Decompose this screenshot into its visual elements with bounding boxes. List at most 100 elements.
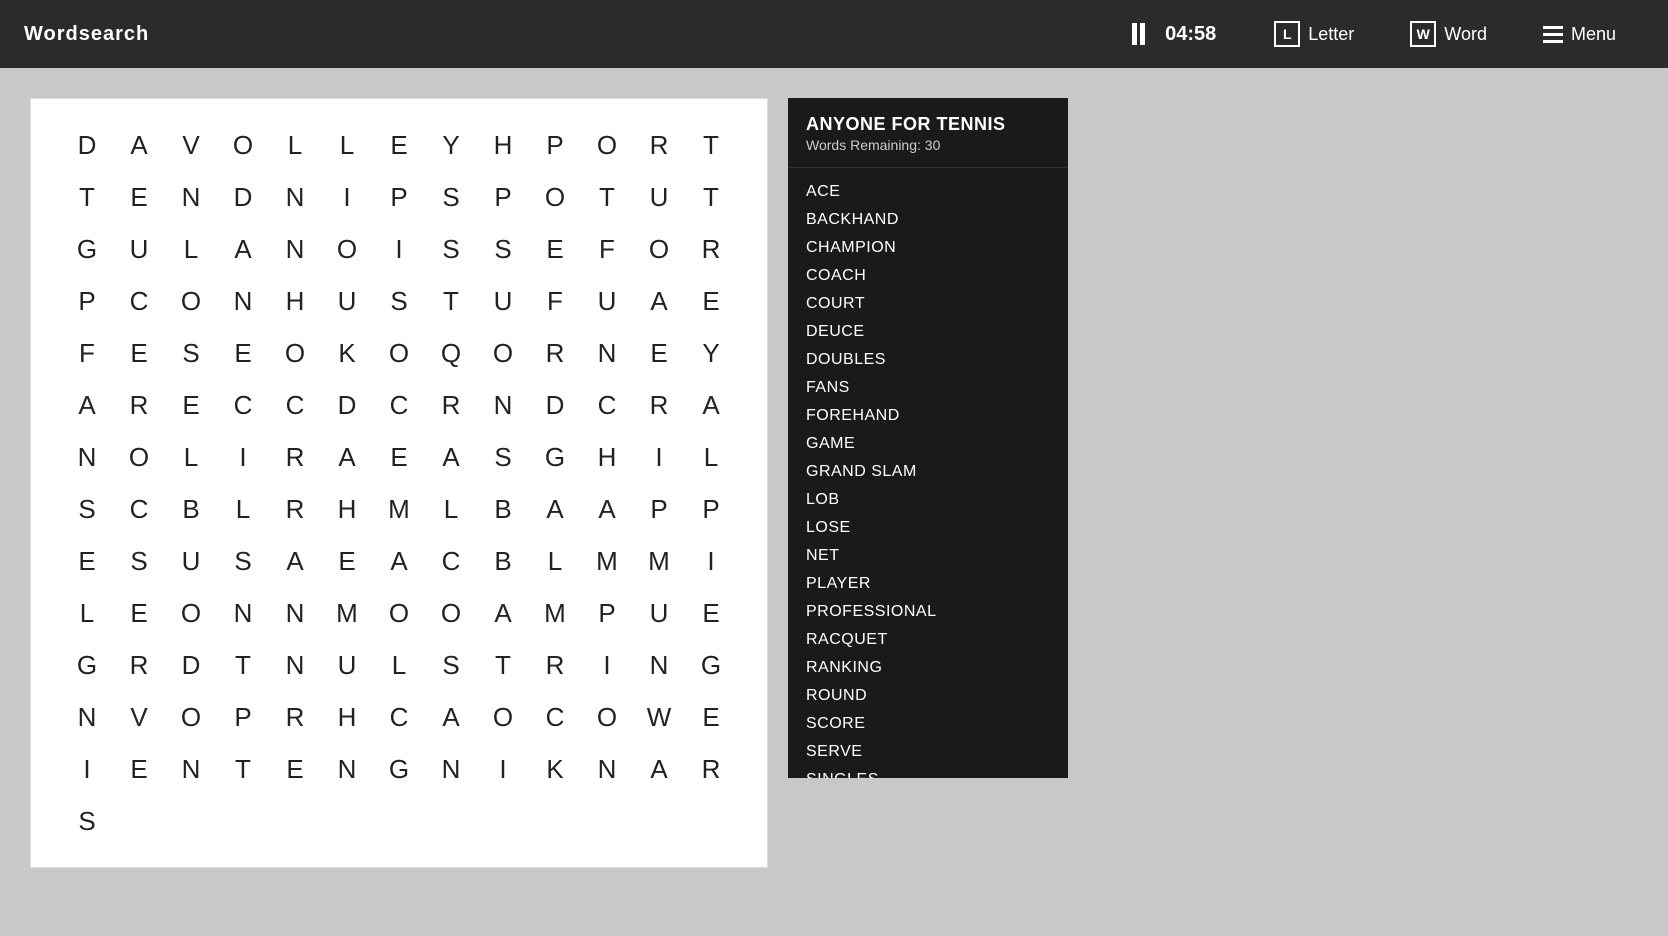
grid-cell[interactable]: A [373, 535, 425, 587]
grid-cell[interactable]: P [633, 483, 685, 535]
grid-cell[interactable]: O [165, 691, 217, 743]
grid-cell[interactable]: I [217, 431, 269, 483]
grid-cell[interactable]: D [61, 119, 113, 171]
grid-cell[interactable]: L [217, 483, 269, 535]
grid-cell[interactable]: O [633, 223, 685, 275]
grid-cell[interactable]: A [477, 587, 529, 639]
grid-cell[interactable]: I [61, 743, 113, 795]
grid-cell[interactable]: R [633, 119, 685, 171]
grid-cell[interactable]: T [217, 639, 269, 691]
grid-cell[interactable]: U [321, 639, 373, 691]
grid-cell[interactable]: D [529, 379, 581, 431]
grid-cell[interactable]: P [529, 119, 581, 171]
grid-cell[interactable]: N [269, 639, 321, 691]
grid-cell[interactable]: N [581, 743, 633, 795]
grid-cell[interactable]: E [685, 691, 737, 743]
grid-cell[interactable]: L [529, 535, 581, 587]
grid-cell[interactable]: V [113, 691, 165, 743]
grid-cell[interactable]: C [529, 691, 581, 743]
grid-cell[interactable]: T [217, 743, 269, 795]
grid-cell[interactable]: T [425, 275, 477, 327]
grid-cell[interactable]: N [269, 171, 321, 223]
grid-cell[interactable]: T [477, 639, 529, 691]
grid-cell[interactable]: A [217, 223, 269, 275]
grid-cell[interactable]: I [373, 223, 425, 275]
grid-cell[interactable]: M [633, 535, 685, 587]
grid-cell[interactable]: L [373, 639, 425, 691]
grid-cell[interactable]: L [425, 483, 477, 535]
grid-cell[interactable]: L [165, 431, 217, 483]
grid-cell[interactable]: G [529, 431, 581, 483]
grid-cell[interactable]: R [269, 483, 321, 535]
grid-cell[interactable]: O [165, 275, 217, 327]
grid-cell[interactable]: E [529, 223, 581, 275]
grid-cell[interactable]: N [633, 639, 685, 691]
grid-cell[interactable]: S [61, 795, 113, 847]
grid-cell[interactable]: S [425, 639, 477, 691]
grid-cell[interactable]: M [529, 587, 581, 639]
grid-cell[interactable]: U [165, 535, 217, 587]
grid-cell[interactable]: E [685, 275, 737, 327]
grid-cell[interactable]: E [113, 743, 165, 795]
grid-cell[interactable]: D [321, 379, 373, 431]
grid-cell[interactable]: O [217, 119, 269, 171]
grid-cell[interactable]: S [61, 483, 113, 535]
grid-cell[interactable]: N [61, 431, 113, 483]
grid-cell[interactable]: G [685, 639, 737, 691]
grid-cell[interactable]: S [217, 535, 269, 587]
grid-cell[interactable]: O [529, 171, 581, 223]
grid-cell[interactable]: R [685, 743, 737, 795]
grid-cell[interactable]: R [269, 691, 321, 743]
grid-cell[interactable]: M [321, 587, 373, 639]
grid-cell[interactable]: A [61, 379, 113, 431]
grid-cell[interactable]: U [581, 275, 633, 327]
grid-cell[interactable]: H [269, 275, 321, 327]
grid-cell[interactable]: C [269, 379, 321, 431]
grid-cell[interactable]: U [113, 223, 165, 275]
grid-cell[interactable]: U [633, 587, 685, 639]
grid-cell[interactable]: F [529, 275, 581, 327]
grid-cell[interactable]: L [165, 223, 217, 275]
grid-cell[interactable]: L [61, 587, 113, 639]
grid-cell[interactable]: R [113, 379, 165, 431]
grid-cell[interactable]: H [321, 691, 373, 743]
grid-cell[interactable]: V [165, 119, 217, 171]
grid-cell[interactable]: S [477, 431, 529, 483]
grid-cell[interactable]: N [217, 275, 269, 327]
grid-cell[interactable]: O [321, 223, 373, 275]
grid-cell[interactable]: B [165, 483, 217, 535]
grid-cell[interactable]: Y [685, 327, 737, 379]
grid-cell[interactable]: E [217, 327, 269, 379]
grid-cell[interactable]: P [685, 483, 737, 535]
grid-cell[interactable]: A [113, 119, 165, 171]
word-button[interactable]: W Word [1382, 0, 1515, 68]
grid-cell[interactable]: K [529, 743, 581, 795]
grid-cell[interactable]: T [685, 171, 737, 223]
grid-cell[interactable]: N [581, 327, 633, 379]
grid-cell[interactable]: L [685, 431, 737, 483]
grid-cell[interactable]: U [477, 275, 529, 327]
grid-cell[interactable]: N [61, 691, 113, 743]
wordsearch-grid[interactable]: DAVOLLEYHPORTTENDNIPSPOTUTGULANOISSEFORP… [61, 119, 737, 847]
pause-button[interactable]: 04:58 [1112, 0, 1246, 68]
grid-cell[interactable]: T [581, 171, 633, 223]
grid-cell[interactable]: F [61, 327, 113, 379]
grid-cell[interactable]: P [581, 587, 633, 639]
grid-cell[interactable]: E [633, 327, 685, 379]
grid-cell[interactable]: F [581, 223, 633, 275]
grid-cell[interactable]: O [581, 119, 633, 171]
grid-cell[interactable]: L [321, 119, 373, 171]
grid-cell[interactable]: R [529, 639, 581, 691]
grid-cell[interactable]: G [61, 223, 113, 275]
grid-cell[interactable]: A [633, 743, 685, 795]
grid-cell[interactable]: O [581, 691, 633, 743]
grid-cell[interactable]: U [633, 171, 685, 223]
grid-cell[interactable]: R [269, 431, 321, 483]
grid-cell[interactable]: C [113, 483, 165, 535]
grid-cell[interactable]: P [217, 691, 269, 743]
grid-cell[interactable]: N [217, 587, 269, 639]
grid-cell[interactable]: N [477, 379, 529, 431]
grid-cell[interactable]: E [373, 119, 425, 171]
grid-cell[interactable]: S [425, 223, 477, 275]
grid-cell[interactable]: I [581, 639, 633, 691]
